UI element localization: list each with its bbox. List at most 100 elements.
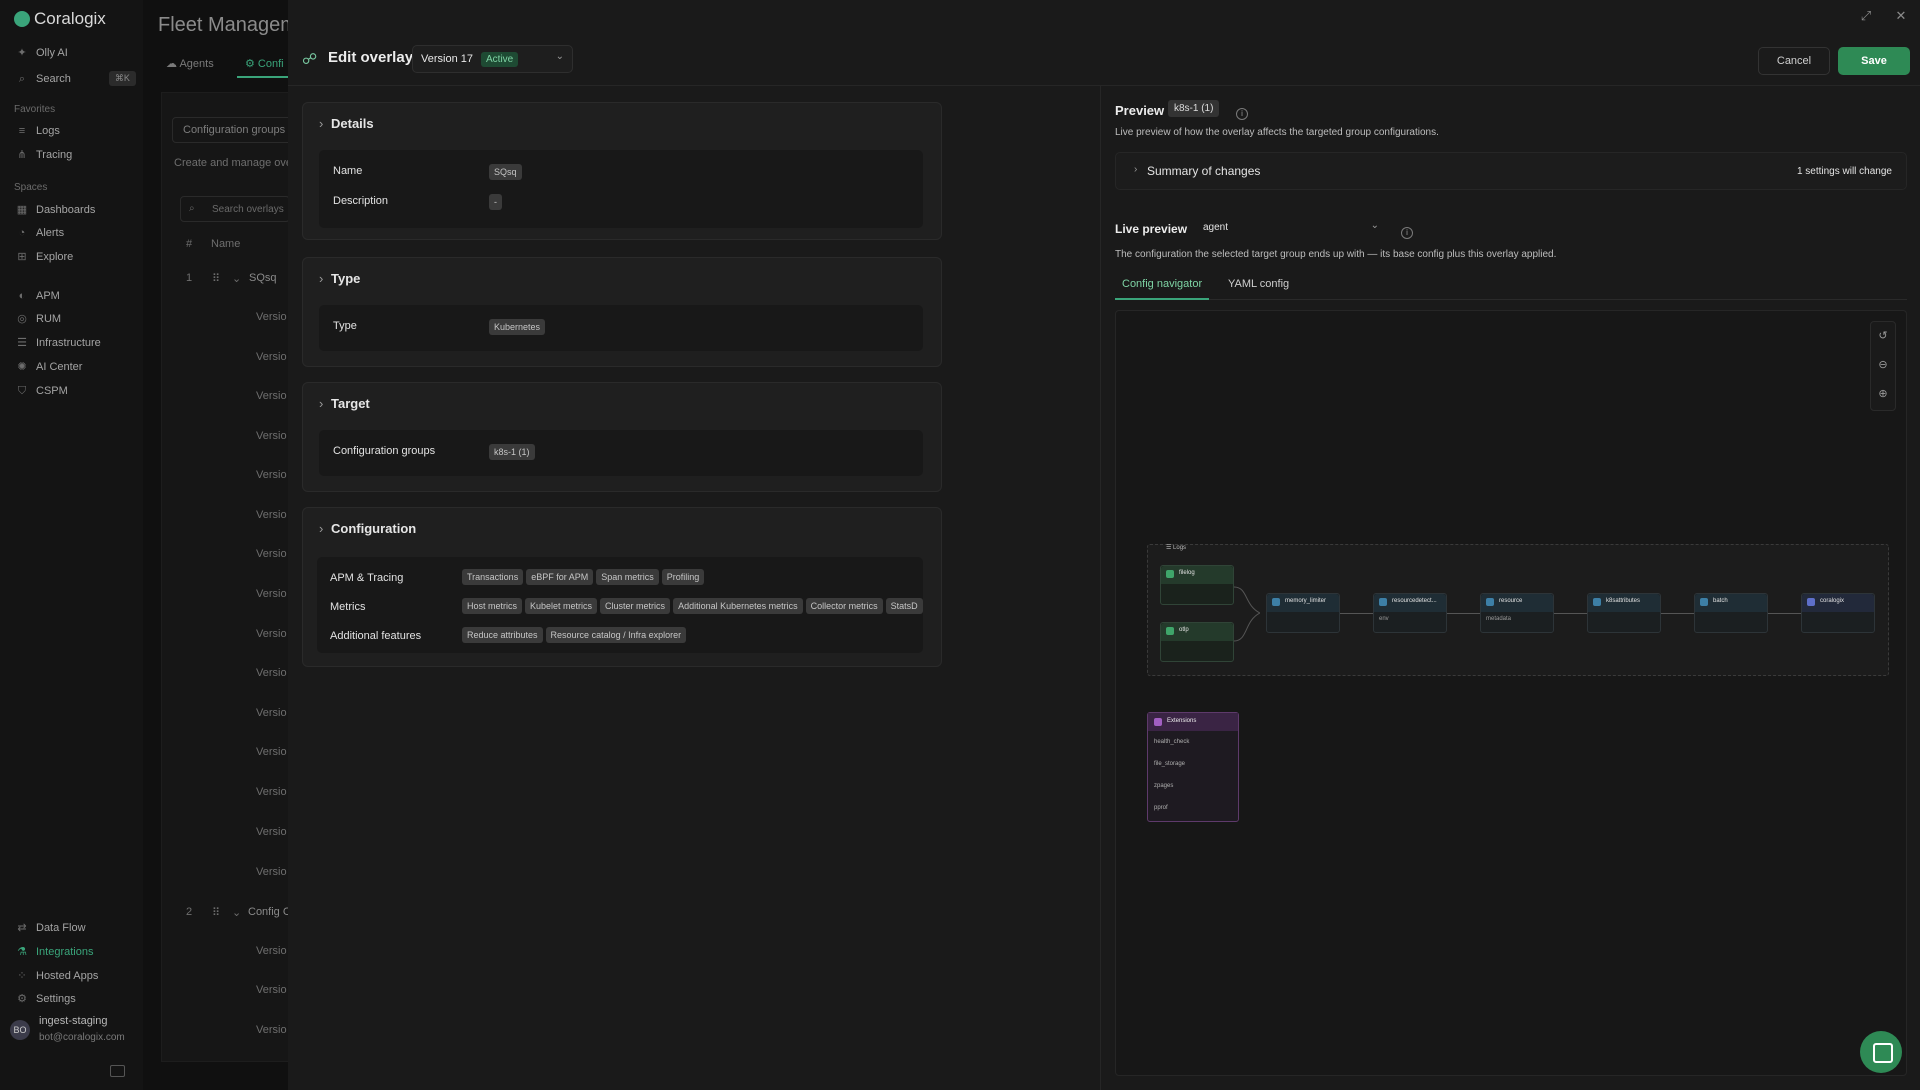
version-row[interactable]: Versio [256,746,287,758]
sidebar-item-integrations[interactable]: ⚗ Integrations [16,946,93,958]
sidebar-item-rum[interactable]: ◎ RUM [16,313,61,325]
configuration-groups-chip[interactable]: Configuration groups [172,117,302,143]
version-row[interactable]: Versio [256,351,287,363]
chevron-down-icon: ⌄ [555,51,564,62]
node-detail [1161,641,1233,649]
tab-yaml-config[interactable]: YAML config [1228,278,1289,290]
sidebar-label: Explore [36,251,74,263]
node-name: batch [1713,598,1728,604]
version-row[interactable]: Versio [256,548,287,560]
type-section: › Type Type Kubernetes [302,257,942,367]
cloud-icon: ☁ [166,58,180,70]
reset-view-icon[interactable]: ↺ [1871,322,1895,351]
expand-icon[interactable]: ⤢ [1858,8,1874,24]
sidebar-item-alerts[interactable]: ◔ Alerts [16,227,64,239]
rum-icon: ◎ [17,313,27,325]
config-navigator-canvas[interactable]: ↺ ⊖ ⊕ ☰ Logs filelog otlp memory_limiter… [1115,310,1907,1076]
extensions-node[interactable]: Extensions health_check file_storage zpa… [1147,712,1239,822]
sidebar-item-search[interactable]: ⌕ Search ⌘K [16,71,136,86]
tab-agents[interactable]: ☁ Agents [166,57,214,70]
version-row[interactable]: Versio [256,984,287,996]
processor-node[interactable]: resource metadata [1480,593,1554,633]
processor-icon [1272,598,1280,606]
sidebar-item-infrastructure[interactable]: ☰ Infrastructure [16,337,101,349]
info-icon[interactable]: i [1236,108,1248,120]
column-header-name: Name [211,238,241,250]
sidebar-item-ai-center[interactable]: ✺ AI Center [16,361,82,373]
chevron-down-icon[interactable]: ⌄ [232,272,241,285]
sidebar-item-data-flow[interactable]: ⇄ Data Flow [16,922,86,934]
processor-node[interactable]: batch [1694,593,1768,633]
version-row[interactable]: Versio [256,667,287,679]
preview-tabs: Config navigator YAML config [1115,276,1907,300]
receiver-node[interactable]: filelog [1160,565,1234,605]
cancel-button[interactable]: Cancel [1758,47,1830,75]
search-input[interactable]: ⌕ Search overlays [180,196,290,222]
type-toggle[interactable]: › Type [319,271,360,286]
version-row[interactable]: Versio [256,786,287,798]
version-row[interactable]: Versio [256,430,287,442]
edge [1447,613,1480,614]
version-row[interactable]: Versio [256,866,287,878]
version-row[interactable]: Versio [256,588,287,600]
drag-handle-icon[interactable]: ⠿ [212,906,220,919]
receiver-node[interactable]: otlp [1160,622,1234,662]
processor-node[interactable]: k8sattributes [1587,593,1661,633]
metrics-tags: Host metrics Kubelet metrics Cluster metri… [462,596,926,614]
collapse-sidebar-icon[interactable] [110,1065,125,1077]
configuration-body: APM & Tracing Transactions eBPF for APM Sp… [317,557,923,653]
version-row[interactable]: Versio [256,826,287,838]
details-toggle[interactable]: › Details [319,116,374,131]
sidebar-item-hosted-apps[interactable]: ⁘ Hosted Apps [16,970,98,982]
processor-node[interactable]: memory_limiter [1266,593,1340,633]
feature-tag: Host metrics [462,598,523,614]
tab-configuration[interactable]: ⚙ Confi [245,57,284,70]
coralogix-logo-icon [14,11,30,27]
sidebar-item-apm[interactable]: ◐ APM [16,290,60,302]
version-row[interactable]: Versio [256,469,287,481]
chat-launcher-button[interactable] [1860,1031,1902,1073]
processor-icon [1379,598,1387,606]
target-toggle[interactable]: › Target [319,396,370,411]
sidebar-item-olly-ai[interactable]: ✦ Olly AI [16,47,67,59]
version-row[interactable]: Versio [256,945,287,957]
version-row[interactable]: Versio [256,311,287,323]
version-select[interactable]: Version 17 Active ⌄ [412,45,573,73]
avatar[interactable]: BO [10,1020,30,1040]
sidebar-item-dashboards[interactable]: ▦ Dashboards [16,204,96,216]
brand-logo[interactable]: Coralogix [14,9,106,29]
processor-icon [1486,598,1494,606]
configuration-toggle[interactable]: › Configuration [319,521,416,536]
sidebar-item-settings[interactable]: ⚙ Settings [16,993,76,1005]
chevron-down-icon[interactable]: ⌄ [232,906,241,919]
tab-config-navigator[interactable]: Config navigator [1122,278,1202,290]
processor-node[interactable]: resourcedetect... env [1373,593,1447,633]
sidebar-label: Data Flow [36,922,86,934]
node-detail [1588,612,1660,620]
sidebar-item-tracing[interactable]: ⋔ Tracing [16,149,72,161]
feature-tag: Kubelet metrics [525,598,598,614]
sidebar-item-cspm[interactable]: ⛉ CSPM [16,385,68,397]
version-row[interactable]: Versio [256,1024,287,1036]
sidebar-item-explore[interactable]: ⊞ Explore [16,251,73,263]
zoom-out-icon[interactable]: ⊖ [1871,351,1895,380]
active-tab-underline [1115,298,1209,300]
extensions-icon [1154,718,1162,726]
drag-handle-icon[interactable]: ⠿ [212,272,220,285]
chevron-right-icon: › [1134,164,1138,175]
target-select[interactable]: agent ⌄ [1197,216,1387,240]
version-row[interactable]: Versio [256,707,287,719]
node-detail [1161,584,1233,592]
zoom-in-icon[interactable]: ⊕ [1871,380,1895,409]
version-row[interactable]: Versio [256,509,287,521]
exporter-node[interactable]: coralogix [1801,593,1875,633]
summary-of-changes[interactable]: › Summary of changes 1 settings will cha… [1115,152,1907,190]
info-icon[interactable]: i [1401,227,1413,239]
target-chip[interactable]: k8s-1 (1) [1168,100,1220,117]
version-row[interactable]: Versio [256,628,287,640]
close-icon[interactable]: ✕ [1893,8,1909,24]
save-button[interactable]: Save [1838,47,1910,75]
sidebar-item-logs[interactable]: ≡ Logs [16,125,60,137]
configuration-group-value: k8s-1 (1) [489,444,535,460]
version-row[interactable]: Versio [256,390,287,402]
